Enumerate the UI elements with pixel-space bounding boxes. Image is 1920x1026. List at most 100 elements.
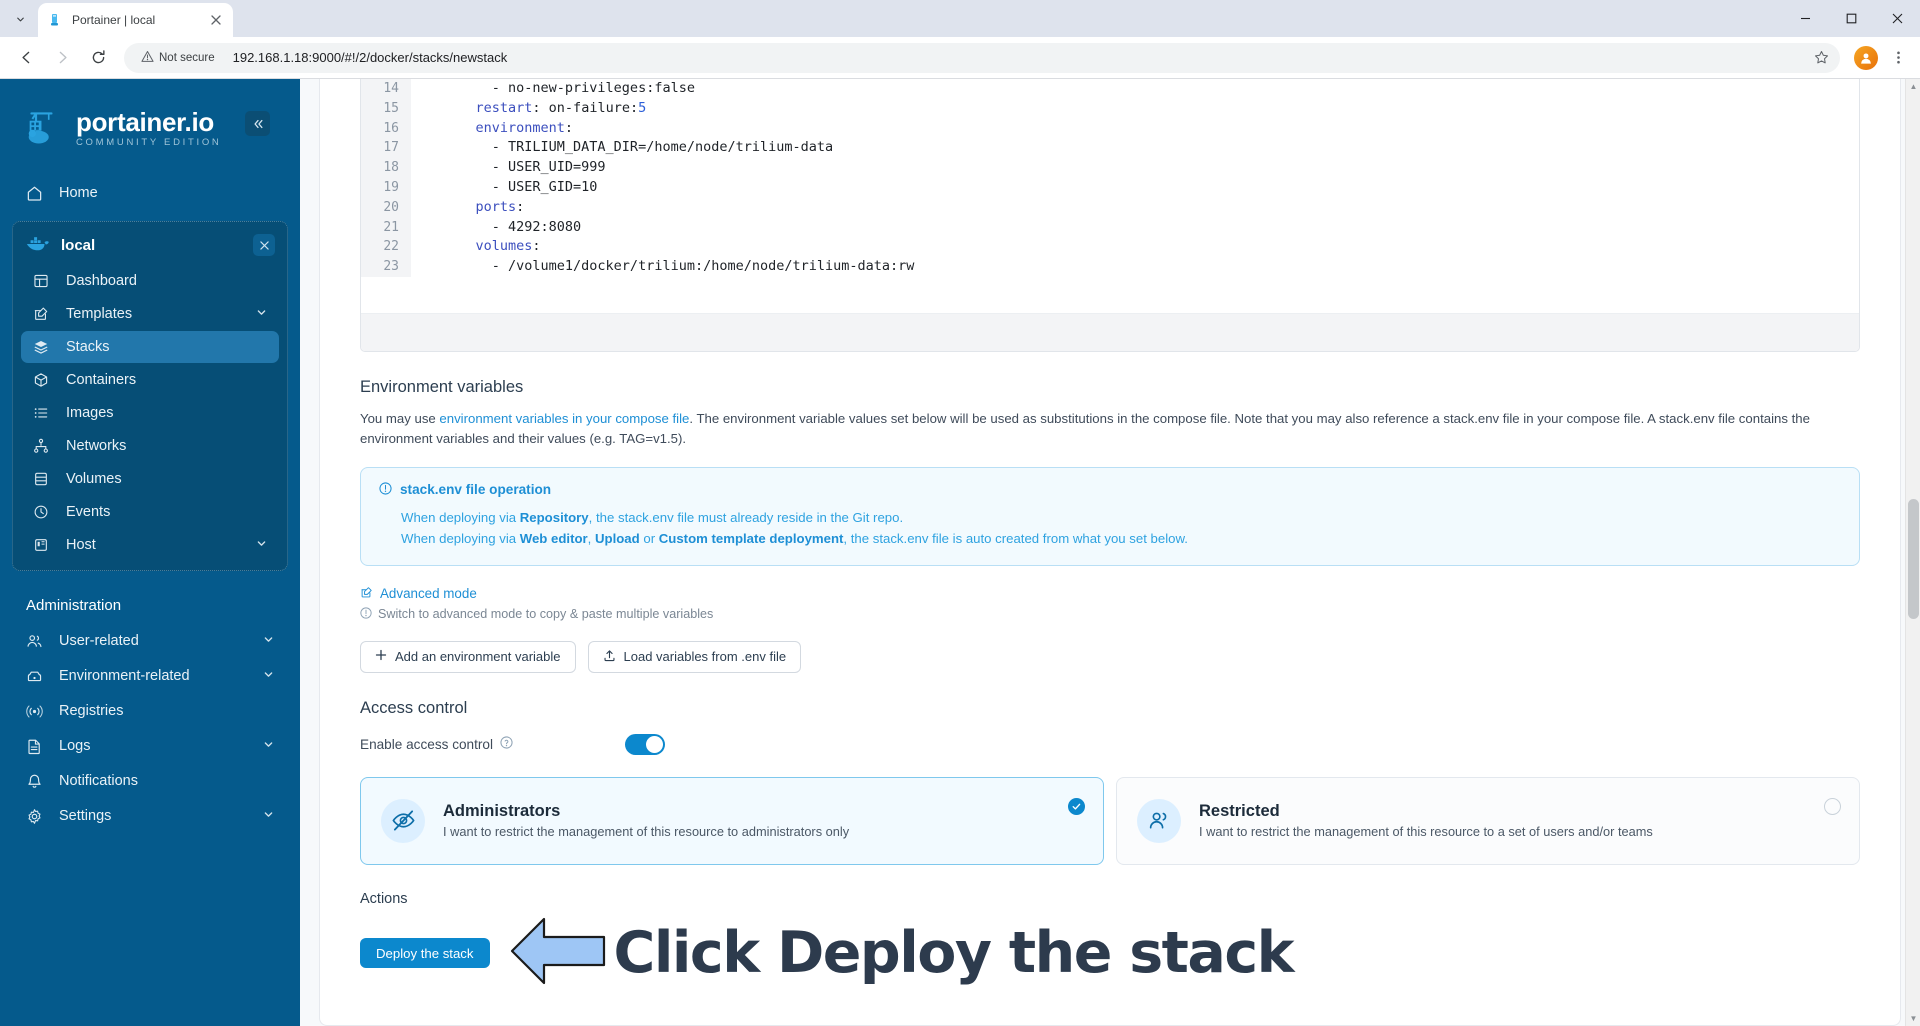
maximize-button[interactable] <box>1828 0 1874 37</box>
advanced-mode-hint-text: Switch to advanced mode to copy & paste … <box>378 607 714 622</box>
code-text[interactable]: - USER_GID=10 <box>411 178 598 198</box>
sidebar-item-label: Settings <box>59 808 112 824</box>
scrollbar-thumb[interactable] <box>1908 499 1919 619</box>
close-icon[interactable] <box>207 12 224 29</box>
compose-editor[interactable]: 14 - no-new-privileges:false 15 restart: … <box>360 79 1860 352</box>
sidebar-item-home[interactable]: Home <box>14 177 286 209</box>
back-arrow-icon[interactable] <box>11 43 41 73</box>
security-indicator[interactable]: Not secure <box>136 47 223 69</box>
code-text[interactable]: restart: on-failure:5 <box>411 99 647 119</box>
enable-access-control-label: Enable access control <box>360 736 493 752</box>
advanced-mode-link[interactable]: Advanced mode <box>360 586 1860 602</box>
sidebar-item-stacks[interactable]: Stacks <box>21 331 279 363</box>
kebab-menu-icon[interactable] <box>1884 44 1912 72</box>
line-number: 21 <box>361 217 411 238</box>
container-box-icon <box>33 372 54 388</box>
sidebar-item-containers[interactable]: Containers <box>21 364 279 396</box>
env-vars-description: You may use environment variables in you… <box>360 409 1860 449</box>
template-edit-icon <box>33 306 54 322</box>
info-box-line-1: When deploying via Repository, the stack… <box>379 507 1841 528</box>
code-text[interactable]: - USER_UID=999 <box>411 158 606 178</box>
code-text[interactable]: volumes: <box>411 237 541 257</box>
sidebar-item-label: Networks <box>66 438 127 454</box>
networks-icon <box>33 438 54 454</box>
users-group-icon <box>1137 798 1181 843</box>
security-label: Not secure <box>159 51 215 64</box>
access-card-radio[interactable] <box>1824 797 1841 815</box>
code-text[interactable]: - 4292:8080 <box>411 218 581 238</box>
enable-access-control-toggle[interactable] <box>625 733 665 755</box>
bell-icon <box>26 773 47 790</box>
line-number: 17 <box>361 138 411 159</box>
code-text[interactable]: environment: <box>411 119 574 139</box>
chevron-down-icon <box>256 307 267 321</box>
browser-tab[interactable]: Portainer | local <box>38 3 233 37</box>
tab-list-chevron-icon[interactable] <box>6 5 34 33</box>
editor-footer <box>361 312 1859 351</box>
sidebar-item-user-related[interactable]: User-related <box>14 625 286 657</box>
editor-lines[interactable]: 14 - no-new-privileges:false 15 restart: … <box>361 79 1859 313</box>
access-control-title: Access control <box>360 698 468 717</box>
question-circle-icon[interactable] <box>500 736 513 752</box>
sidebar-item-dashboard[interactable]: Dashboard <box>21 265 279 297</box>
scroll-up-arrow[interactable]: ▲ <box>1906 79 1920 94</box>
line2-c: , <box>587 530 595 546</box>
load-variables-button[interactable]: Load variables from .env file <box>587 640 802 673</box>
browser-window: Portainer | local Not secure 192.168.1.1… <box>0 0 1920 1026</box>
star-icon[interactable] <box>1808 45 1834 71</box>
code-text[interactable]: - TRILIUM_DATA_DIR=/home/node/trilium-da… <box>411 138 833 158</box>
address-bar[interactable]: Not secure 192.168.1.18:9000/#!/2/docker… <box>124 42 1840 73</box>
line2-e: or <box>639 530 659 546</box>
line-number: 20 <box>361 197 411 218</box>
deploy-the-stack-button[interactable]: Deploy the stack <box>360 938 490 969</box>
images-list-icon <box>33 405 54 421</box>
code-text[interactable]: - no-new-privileges:false <box>411 79 695 99</box>
reload-icon[interactable] <box>83 43 113 73</box>
environment-header[interactable]: local <box>13 226 287 264</box>
sidebar-item-label: Volumes <box>66 471 122 487</box>
window-close-button[interactable] <box>1874 0 1920 37</box>
sidebar-item-host[interactable]: Host <box>21 529 279 561</box>
sidebar-item-registries[interactable]: Registries <box>14 695 286 727</box>
chevron-double-left-icon[interactable] <box>245 111 270 136</box>
sidebar-item-volumes[interactable]: Volumes <box>21 463 279 495</box>
url-text[interactable]: 192.168.1.18:9000/#!/2/docker/stacks/new… <box>233 50 1808 65</box>
access-control-toggle-label-wrap: Enable access control <box>360 736 625 752</box>
access-card-restricted[interactable]: Restricted I want to restrict the manage… <box>1116 776 1860 865</box>
sidebar-item-networks[interactable]: Networks <box>21 430 279 462</box>
dashboard-icon <box>33 273 54 289</box>
sidebar-item-images[interactable]: Images <box>21 397 279 429</box>
access-card-administrators[interactable]: Administrators I want to restrict the ma… <box>360 776 1104 865</box>
access-card-subtitle: I want to restrict the management of thi… <box>443 824 850 840</box>
sidebar-item-notifications[interactable]: Notifications <box>14 765 286 797</box>
brand: portainer.io COMMUNITY EDITION <box>0 85 300 175</box>
env-vars-doc-link[interactable]: environment variables in your compose fi… <box>439 411 689 426</box>
minimize-button[interactable] <box>1782 0 1828 37</box>
sidebar-item-events[interactable]: Events <box>21 496 279 528</box>
sidebar-item-label: Events <box>66 504 111 520</box>
code-text[interactable]: - /volume1/docker/trilium:/home/node/tri… <box>411 257 915 277</box>
load-variables-label: Load variables from .env file <box>623 649 787 665</box>
environment-name: local <box>61 236 96 254</box>
page-scrollbar[interactable]: ▲ ▼ <box>1905 79 1920 1026</box>
sidebar-item-logs[interactable]: Logs <box>14 730 286 762</box>
sidebar-item-environment-related[interactable]: Environment-related <box>14 660 286 692</box>
sidebar-item-label: Environment-related <box>59 668 190 684</box>
scroll-down-arrow[interactable]: ▼ <box>1906 1011 1920 1026</box>
code-line: 16 environment: <box>361 118 1859 139</box>
advanced-mode-hint: Switch to advanced mode to copy & paste … <box>360 607 1860 622</box>
forward-arrow-icon[interactable] <box>47 43 77 73</box>
info-box-title-row: stack.env file operation <box>379 482 1841 498</box>
access-card-radio-selected[interactable] <box>1068 797 1085 815</box>
sidebar-item-label: Notifications <box>59 773 138 789</box>
access-card-title: Administrators <box>443 802 561 821</box>
sidebar-item-templates[interactable]: Templates <box>21 298 279 330</box>
home-icon <box>26 185 47 202</box>
profile-avatar[interactable] <box>1854 45 1878 70</box>
code-text[interactable]: ports: <box>411 198 525 218</box>
env-vars-title: Environment variables <box>360 377 524 396</box>
add-environment-variable-button[interactable]: Add an environment variable <box>360 640 576 673</box>
close-icon[interactable] <box>253 234 275 256</box>
sidebar-item-settings[interactable]: Settings <box>14 800 286 832</box>
access-card-text: Restricted I want to restrict the manage… <box>1199 802 1653 839</box>
